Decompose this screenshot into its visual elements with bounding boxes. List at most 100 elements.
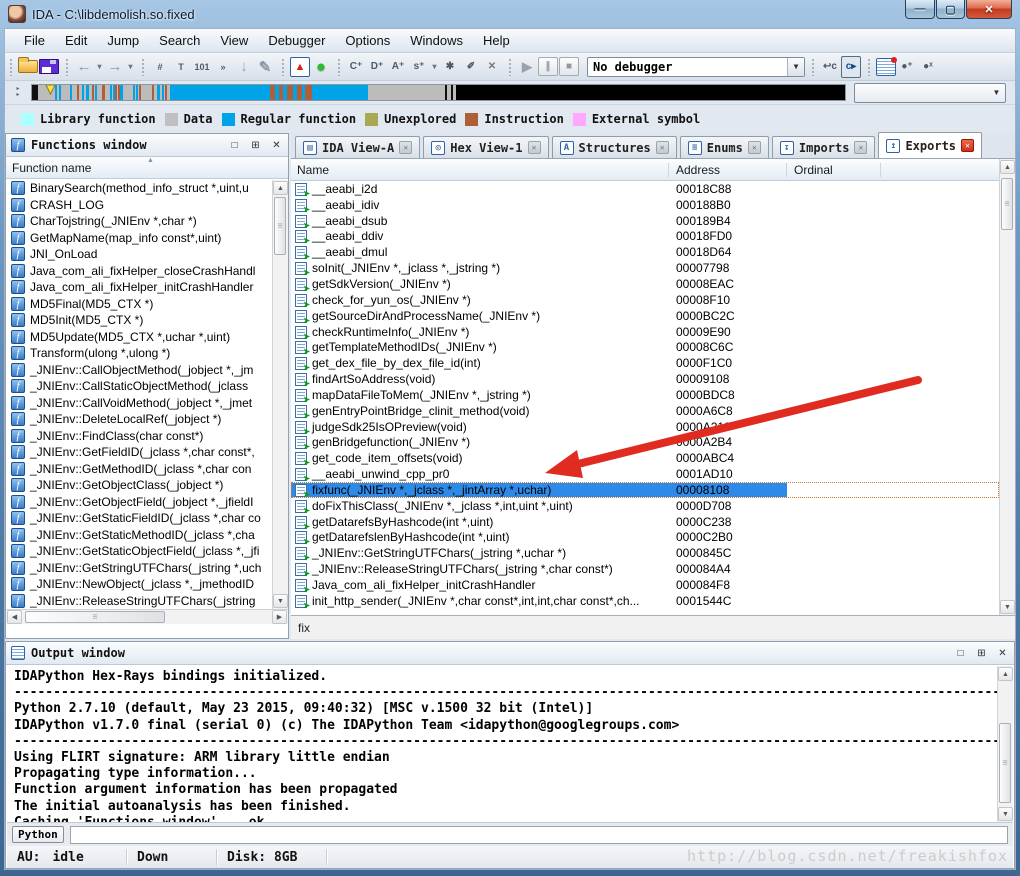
menu-file[interactable]: File [15,30,54,51]
menu-search[interactable]: Search [150,30,209,51]
function-list-item[interactable]: f CRASH_LOG [6,197,272,214]
tab-close-icon[interactable]: ✕ [527,141,541,154]
export-row[interactable]: ➤ get_code_item_offsets(void) 0000ABC4 [291,450,999,466]
function-list-item[interactable]: f _JNIEnv::CallStaticObjectMethod(_jclass [6,378,272,395]
export-row[interactable]: ➤ findArtSoAddress(void) 00009108 [291,371,999,387]
function-list-item[interactable]: f Java_com_ali_fixHelper_closeCrashHandl [6,263,272,280]
delete-breakpoint-icon[interactable]: ●ˣ [918,56,938,78]
attach-to-process-icon[interactable]: ↩c [820,56,840,78]
export-row[interactable]: ➤ _JNIEnv::ReleaseStringUTFChars(_jstring… [291,561,999,577]
function-list-item[interactable]: f _JNIEnv::GetMethodID(_jclass *,char con [6,461,272,478]
export-row[interactable]: ➤ soInit(_JNIEnv *,_jclass *,_jstring *) 0… [291,260,999,276]
make-data-icon[interactable]: D⁺ [367,56,387,78]
band-scale-select[interactable]: ▼ [854,82,1006,103]
export-row[interactable]: ➤ getDatarefsByHashcode(int *,uint) 0000C2… [291,514,999,530]
start-process-icon[interactable]: ▶ [517,56,537,78]
export-row[interactable]: ➤ mapDataFileToMem(_JNIEnv *,_jstring *) 0… [291,387,999,403]
functions-hscrollbar[interactable]: ◀ ▶ [6,609,288,624]
make-string-menu-icon[interactable]: ▾ [430,56,439,78]
scroll-down-icon[interactable]: ▼ [1000,600,1015,614]
tab-close-icon[interactable]: ✕ [961,139,975,152]
python-prompt-button[interactable]: Python [12,826,64,843]
navigation-band[interactable] [31,84,846,101]
scroll-thumb[interactable] [274,197,286,255]
function-list-item[interactable]: f _JNIEnv::GetStaticMethodID(_jclass *,ch… [6,527,272,544]
scroll-up-icon[interactable]: ▲ [1000,160,1015,174]
scroll-thumb[interactable] [1001,178,1013,230]
menu-windows[interactable]: Windows [401,30,472,51]
scroll-down-icon[interactable]: ▼ [998,807,1013,821]
tab-structures[interactable]: A Structures ✕ [551,136,677,158]
export-row[interactable]: ➤ getTemplateMethodIDs(_JNIEnv *) 00008C6C [291,339,999,355]
ordinal-column-header[interactable]: Ordinal [787,162,881,177]
function-list-item[interactable]: f _JNIEnv::GetFieldID(_jclass *,char cons… [6,444,272,461]
function-list-item[interactable]: f _JNIEnv::GetStringUTFChars(_jstring *,u… [6,560,272,577]
delete-function-icon[interactable]: ✕ [482,56,502,78]
functions-column-header[interactable]: Function name ▲ [6,157,288,179]
export-row[interactable]: ➤ init_http_sender(_JNIEnv *,char const*,… [291,593,999,609]
chevron-down-icon[interactable]: ▼ [988,84,1005,102]
output-window-titlebar[interactable]: Output window □ ⊞ ✕ [6,642,1014,665]
panel-float-icon[interactable]: ⊞ [249,140,262,151]
exports-vscrollbar[interactable]: ▲ ▼ [999,159,1015,615]
search-binary-icon[interactable]: 101 [192,56,212,78]
function-list-item[interactable]: f _JNIEnv::FindClass(char const*) [6,428,272,445]
tab-imports[interactable]: ↧ Imports ✕ [771,136,876,158]
export-row[interactable]: ➤ judgeSdk25IsOPreview(void) 0000A210 [291,419,999,435]
function-list-item[interactable]: f _JNIEnv::GetStaticFieldID(_jclass *,cha… [6,510,272,527]
panel-float-icon[interactable]: ⊞ [975,648,988,659]
navigate-forward-icon[interactable]: → [105,56,125,78]
function-list-item[interactable]: f MD5Update(MD5_CTX *,uchar *,uint) [6,329,272,346]
menu-edit[interactable]: Edit [56,30,96,51]
tab-close-icon[interactable]: ✕ [655,141,669,154]
search-next-icon[interactable]: » [213,56,233,78]
pause-process-icon[interactable]: ∥ [538,57,558,76]
navigate-back-icon[interactable]: ← [74,56,94,78]
menu-help[interactable]: Help [474,30,519,51]
menu-view[interactable]: View [211,30,257,51]
scroll-down-icon[interactable]: ▼ [273,594,288,608]
export-row[interactable]: ➤ getSdkVersion(_JNIEnv *) 00008EAC [291,276,999,292]
export-row[interactable]: ➤ check_for_yun_os(_JNIEnv *) 00008F10 [291,292,999,308]
make-name-icon[interactable]: A⁺ [388,56,408,78]
scroll-right-icon[interactable]: ▶ [272,610,287,624]
functions-window-titlebar[interactable]: f Functions window □ ⊞ ✕ [6,134,288,157]
export-row[interactable]: ➤ getSourceDirAndProcessName(_JNIEnv *) 00… [291,308,999,324]
output-vscrollbar[interactable]: ▲ ▼ [997,666,1013,822]
function-list-item[interactable]: f CharTojstring(_JNIEnv *,char *) [6,213,272,230]
function-list-item[interactable]: f _JNIEnv::GetObjectClass(_jobject *) [6,477,272,494]
script-snippets-icon[interactable] [876,56,897,76]
panel-close-icon[interactable]: ✕ [270,140,283,151]
debugger-select[interactable]: No debugger ▼ [587,56,805,77]
function-list-item[interactable]: f MD5Init(MD5_CTX *) [6,312,272,329]
tab-close-icon[interactable]: ✕ [747,141,761,154]
edit-function-icon[interactable]: ✐ [461,56,481,78]
export-row[interactable]: ➤ doFixThisClass(_JNIEnv *,_jclass *,int,… [291,498,999,514]
export-row[interactable]: ➤ __aeabi_i2d 00018C88 [291,181,999,197]
function-list-item[interactable]: f _JNIEnv::GetObjectField(_jobject *,_jfi… [6,494,272,511]
export-row[interactable]: ➤ __aeabi_ddiv 00018FD0 [291,229,999,245]
stop-process-icon[interactable]: ■ [559,57,579,76]
export-row[interactable]: ➤ __aeabi_dsub 000189B4 [291,213,999,229]
panel-close-icon[interactable]: ✕ [996,648,1009,659]
run-to-cursor-icon[interactable]: c▸ [841,55,861,78]
function-list-item[interactable]: f Transform(ulong *,ulong *) [6,345,272,362]
analysis-problems-icon[interactable]: ▲ [290,56,310,77]
export-row[interactable]: ➤ __aeabi_idiv 000188B0 [291,197,999,213]
function-list-item[interactable]: f _JNIEnv::CallObjectMethod(_jobject *,_j… [6,362,272,379]
exports-column-header[interactable]: Name Address Ordinal [291,159,999,181]
export-row[interactable]: ➤ get_dex_file_by_dex_file_id(int) 0000F1C… [291,355,999,371]
tab-ida-view-a[interactable]: ▤ IDA View-A ✕ [295,136,421,158]
scroll-up-icon[interactable]: ▲ [998,667,1013,681]
lock-highlight-icon[interactable]: ✎ [255,56,275,78]
make-code-icon[interactable]: C⁺ [346,56,366,78]
menu-options[interactable]: Options [336,30,399,51]
maximize-button[interactable]: ▢ [936,0,965,19]
tab-close-icon[interactable]: ✕ [854,141,868,154]
export-row[interactable]: ➤ genBridgefunction(_JNIEnv *) 0000A2B4 [291,435,999,451]
function-list-item[interactable]: f _JNIEnv::GetStaticObjectField(_jclass *… [6,543,272,560]
function-list-item[interactable]: f _JNIEnv::DeleteLocalRef(_jobject *) [6,411,272,428]
function-list-item[interactable]: f _JNIEnv::NewObject(_jclass *,_jmethodID [6,576,272,593]
panel-maximize-icon[interactable]: □ [228,140,241,151]
close-button[interactable]: ✕ [966,0,1012,19]
